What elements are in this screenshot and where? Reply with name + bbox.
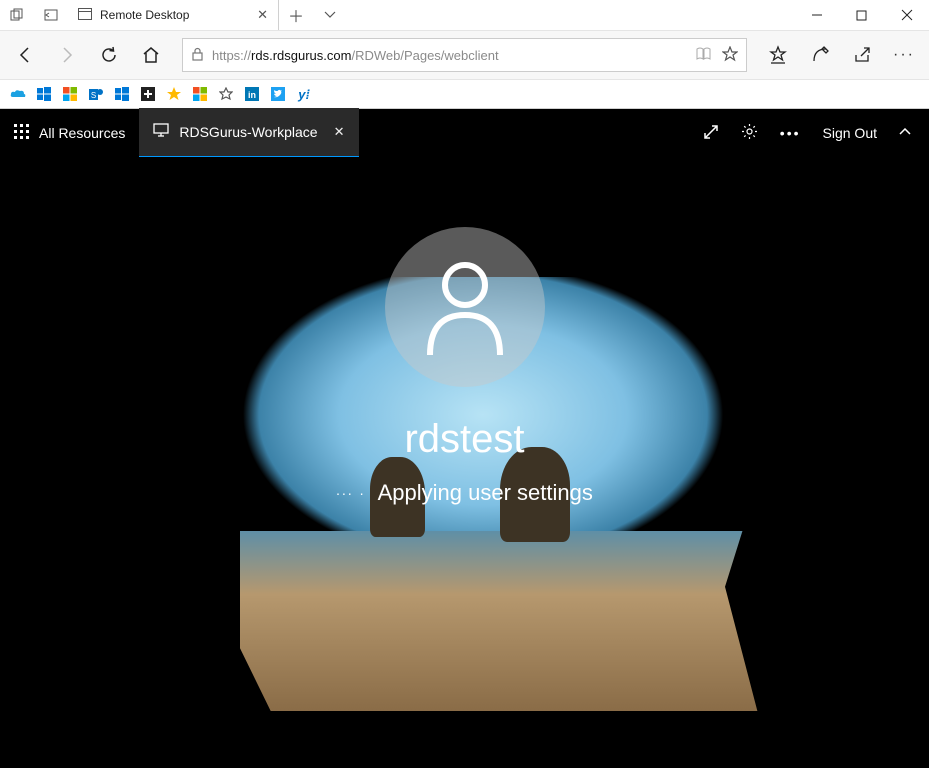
url-scheme: https://: [212, 48, 251, 63]
url-text: https://rds.rdsgurus.com/RDWeb/Pages/web…: [212, 48, 499, 63]
close-window-button[interactable]: [884, 0, 929, 30]
person-icon: [420, 257, 510, 357]
new-tab-button[interactable]: ＋: [279, 0, 313, 30]
address-bar[interactable]: https://rds.rdsgurus.com/RDWeb/Pages/web…: [182, 38, 747, 72]
favorite-windows-icon[interactable]: [36, 86, 52, 102]
forward-button[interactable]: [48, 36, 86, 74]
fullscreen-button[interactable]: [703, 124, 719, 143]
session-tab[interactable]: RDSGurus-Workplace ✕: [139, 108, 358, 159]
notes-button[interactable]: [801, 36, 839, 74]
session-tab-label: RDSGurus-Workplace: [179, 124, 317, 140]
back-button[interactable]: [6, 36, 44, 74]
settings-button[interactable]: [741, 123, 758, 143]
favorite-twitter-icon[interactable]: [270, 86, 286, 102]
url-host: rds.rdsgurus.com: [251, 48, 351, 63]
minimize-button[interactable]: [794, 0, 839, 30]
tab-title: Remote Desktop: [100, 8, 189, 22]
set-aside-tabs-button[interactable]: [34, 0, 68, 30]
favorites-button[interactable]: [759, 36, 797, 74]
browser-tab[interactable]: Remote Desktop ✕: [68, 0, 279, 30]
favorite-star2-icon[interactable]: [218, 86, 234, 102]
close-session-button[interactable]: ✕: [334, 124, 345, 140]
app-header-right: ••• Sign Out: [685, 123, 929, 143]
user-avatar: [385, 227, 545, 387]
remote-session-view[interactable]: rdstest ∙∙∙ ∙ Applying user settings: [0, 157, 929, 768]
url-path: /RDWeb/Pages/webclient: [351, 48, 498, 63]
window-controls: [794, 0, 929, 30]
home-button[interactable]: [132, 36, 170, 74]
background-cave: [0, 711, 929, 768]
all-resources-button[interactable]: All Resources: [0, 124, 139, 142]
login-status: ∙∙∙ ∙ Applying user settings: [336, 480, 593, 506]
favorite-microsoft2-icon[interactable]: [192, 86, 208, 102]
monitor-icon: [153, 123, 169, 140]
more-button[interactable]: •••: [780, 125, 801, 141]
svg-text:in: in: [248, 90, 256, 100]
favorite-plus-icon[interactable]: [140, 86, 156, 102]
tab-actions-button[interactable]: [0, 0, 34, 30]
login-status-text: Applying user settings: [378, 480, 593, 506]
tab-preview-button[interactable]: [313, 0, 347, 30]
tab-window-icon: [78, 8, 92, 23]
favorite-windows2-icon[interactable]: [114, 86, 130, 102]
background-beach: [240, 531, 789, 711]
favorite-onedrive-icon[interactable]: [10, 86, 26, 102]
window-titlebar: Remote Desktop ✕ ＋: [0, 0, 929, 31]
grid-icon: [14, 124, 29, 142]
reading-view-icon[interactable]: [696, 47, 712, 64]
favorite-linkedin-icon[interactable]: in: [244, 86, 260, 102]
favorites-bar: S in y⁞: [0, 80, 929, 109]
app-header: All Resources RDSGurus-Workplace ✕ ••• S…: [0, 109, 929, 157]
favorite-star-icon[interactable]: [722, 46, 738, 65]
refresh-button[interactable]: [90, 36, 128, 74]
favorite-sharepoint-icon[interactable]: S: [88, 86, 104, 102]
maximize-button[interactable]: [839, 0, 884, 30]
svg-text:S: S: [90, 91, 95, 100]
titlebar-left-buttons: [0, 0, 68, 30]
share-button[interactable]: [843, 36, 881, 74]
favorite-yammer-icon[interactable]: y⁞: [296, 86, 312, 102]
login-overlay: rdstest ∙∙∙ ∙ Applying user settings: [0, 227, 929, 506]
close-tab-button[interactable]: ✕: [257, 7, 268, 23]
settings-more-button[interactable]: ···: [885, 36, 923, 74]
username-label: rdstest: [404, 417, 524, 462]
spinner-icon: ∙∙∙ ∙: [336, 485, 365, 501]
all-resources-label: All Resources: [39, 125, 125, 141]
favorite-star1-icon[interactable]: [166, 86, 182, 102]
collapse-header-button[interactable]: [899, 123, 911, 139]
sign-out-button[interactable]: Sign Out: [823, 125, 877, 141]
browser-toolbar: https://rds.rdsgurus.com/RDWeb/Pages/web…: [0, 31, 929, 80]
lock-icon: [191, 47, 204, 64]
favorite-microsoft-icon[interactable]: [62, 86, 78, 102]
